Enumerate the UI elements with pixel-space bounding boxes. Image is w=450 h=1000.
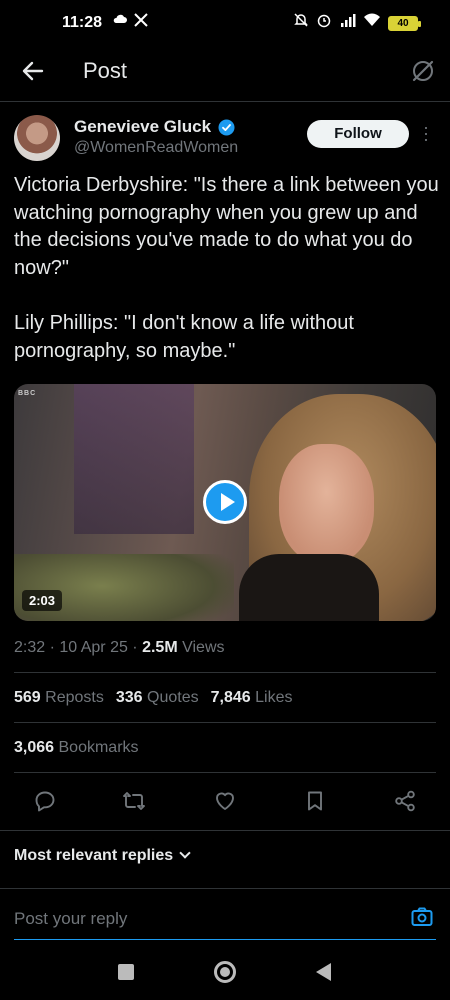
views-count: 2.5M — [142, 639, 178, 656]
cloud-icon — [112, 12, 128, 30]
bookmarks-stat[interactable]: 3,066 Bookmarks — [14, 739, 139, 757]
bookmark-icon[interactable] — [303, 789, 327, 813]
divider — [14, 772, 436, 773]
divider — [14, 722, 436, 723]
mute-icon — [293, 12, 309, 32]
divider — [14, 672, 436, 673]
reply-input-underline — [14, 939, 436, 940]
post-time: 2:32 — [14, 639, 46, 656]
reply-icon[interactable] — [33, 789, 57, 813]
video-frame-person-face — [279, 444, 374, 564]
recents-button[interactable] — [118, 964, 134, 980]
likes-stat[interactable]: 7,846 Likes — [211, 689, 293, 706]
video-duration: 2:03 — [22, 590, 63, 611]
reposts-count: 569 — [14, 689, 41, 706]
grok-icon[interactable] — [410, 58, 436, 84]
author-name[interactable]: Genevieve Gluck — [74, 117, 211, 137]
status-time: 11:28 — [62, 14, 103, 31]
video-frame-person-body — [239, 554, 379, 621]
verified-badge-icon — [218, 119, 235, 136]
x-icon — [134, 13, 148, 31]
video-player[interactable]: BBC 2:03 — [14, 384, 436, 621]
repost-icon[interactable] — [122, 789, 146, 813]
quotes-stat[interactable]: 336 Quotes — [116, 689, 199, 706]
more-options-icon[interactable]: · · · — [421, 118, 431, 148]
reposts-label: Reposts — [45, 689, 104, 706]
back-button[interactable] — [316, 963, 331, 981]
likes-label: Likes — [255, 689, 293, 706]
page-title: Post — [83, 58, 128, 83]
reposts-stat[interactable]: 569 Reposts — [14, 689, 104, 706]
status-bar: 11:28 40 — [0, 0, 450, 48]
follow-button[interactable]: Follow — [307, 120, 409, 148]
post-header: Post — [0, 48, 450, 102]
wifi-icon — [363, 12, 381, 31]
views-label: Views — [182, 639, 225, 656]
battery-level: 40 — [397, 18, 409, 29]
share-icon[interactable] — [393, 789, 417, 813]
post-date: 10 Apr 25 — [59, 639, 128, 656]
post-text-paragraph-1: Victoria Derbyshire: "Is there a link be… — [14, 174, 439, 279]
home-button[interactable] — [214, 961, 236, 983]
divider — [0, 830, 450, 831]
avatar[interactable] — [14, 115, 60, 161]
video-frame-background — [74, 384, 194, 534]
chevron-down-icon — [179, 847, 191, 859]
bookmarks-label: Bookmarks — [58, 739, 139, 756]
signal-icon — [340, 13, 358, 31]
post-text-paragraph-2: Lily Phillips: "I don't know a life with… — [14, 312, 354, 362]
battery-icon: 40 — [388, 16, 421, 31]
likes-count: 7,846 — [210, 689, 251, 706]
camera-icon[interactable] — [410, 905, 434, 929]
engagement-stats: 569 Reposts 336 Quotes 7,846 Likes — [14, 689, 292, 707]
play-icon[interactable] — [203, 480, 247, 524]
alarm-icon — [316, 12, 332, 32]
quotes-count: 336 — [115, 689, 143, 706]
video-watermark: BBC — [18, 390, 37, 397]
replies-sort-label: Most relevant replies — [14, 847, 174, 864]
author-handle[interactable]: @WomenReadWomen — [74, 139, 238, 157]
bookmarks-count: 3,066 — [14, 739, 55, 756]
post-meta: 2:32 · 10 Apr 25 · 2.5M Views — [14, 639, 225, 656]
quotes-label: Quotes — [147, 689, 199, 706]
reply-input[interactable] — [14, 906, 374, 932]
replies-sort-dropdown[interactable]: Most relevant replies — [14, 847, 191, 865]
divider — [0, 888, 450, 889]
arrow-left-icon[interactable] — [18, 56, 48, 86]
like-icon[interactable] — [213, 789, 237, 813]
